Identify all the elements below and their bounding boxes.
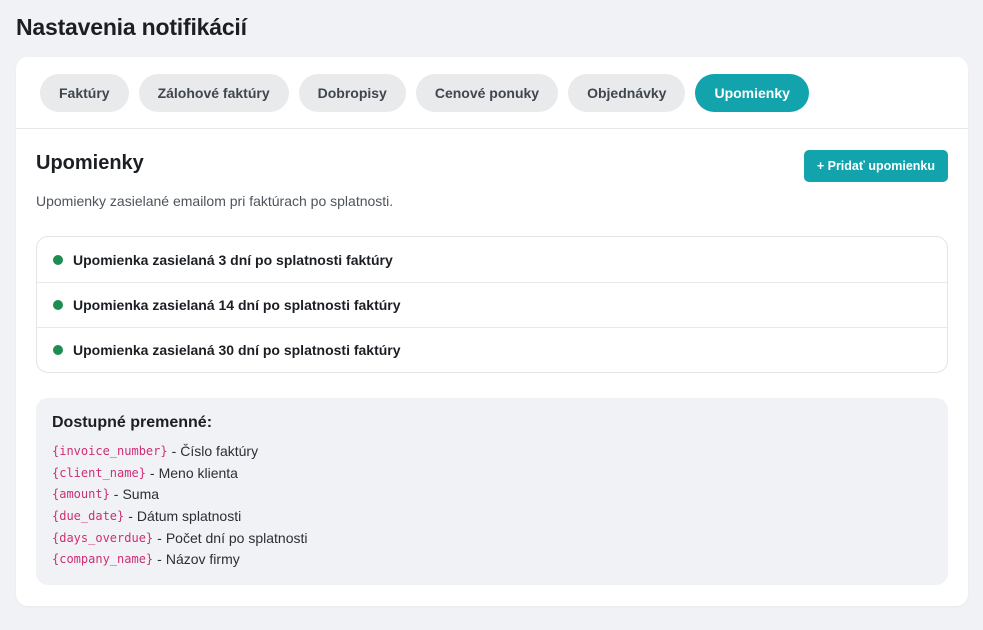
status-dot-icon bbox=[53, 345, 63, 355]
list-item[interactable]: Upomienka zasielaná 14 dní po splatnosti… bbox=[37, 282, 947, 327]
list-item[interactable]: Upomienka zasielaná 3 dní po splatnosti … bbox=[37, 237, 947, 282]
tab-dobropisy[interactable]: Dobropisy bbox=[298, 73, 406, 112]
variable-code: {due_date} bbox=[52, 508, 125, 523]
variable-separator: - bbox=[128, 507, 133, 524]
variable-description: Suma bbox=[122, 486, 160, 503]
reminder-label: Upomienka zasielaná 3 dní po splatnosti … bbox=[73, 251, 393, 268]
document-type-tabs: Faktúry Zálohové faktúry Dobropisy Cenov… bbox=[16, 57, 968, 129]
variable-row: {days_overdue} - Počet dní po splatnosti bbox=[52, 527, 932, 549]
variable-separator: - bbox=[157, 551, 162, 568]
notification-settings-card: Faktúry Zálohové faktúry Dobropisy Cenov… bbox=[16, 57, 968, 606]
reminder-list: Upomienka zasielaná 3 dní po splatnosti … bbox=[36, 236, 948, 373]
variable-row: {due_date} - Dátum splatnosti bbox=[52, 505, 932, 527]
section-title: Upomienky bbox=[36, 152, 144, 174]
variable-code: {invoice_number} bbox=[52, 443, 168, 458]
variable-row: {client_name} - Meno klienta bbox=[52, 462, 932, 484]
variable-description: Číslo faktúry bbox=[180, 442, 259, 459]
list-item[interactable]: Upomienka zasielaná 30 dní po splatnosti… bbox=[37, 327, 947, 372]
status-dot-icon bbox=[53, 300, 63, 310]
tab-cenove-ponuky[interactable]: Cenové ponuky bbox=[415, 73, 559, 112]
variable-code: {amount} bbox=[52, 487, 110, 502]
add-reminder-button[interactable]: + Pridať upomienku bbox=[803, 150, 948, 182]
tab-upomienky[interactable]: Upomienky bbox=[695, 73, 809, 112]
variables-title: Dostupné premenné: bbox=[52, 414, 213, 431]
variable-description: Názov firmy bbox=[165, 551, 240, 568]
variable-separator: - bbox=[157, 529, 162, 546]
section-description: Upomienky zasielané emailom pri faktúrac… bbox=[36, 193, 394, 209]
variable-code: {client_name} bbox=[52, 465, 146, 480]
available-variables-box: Dostupné premenné: {invoice_number} - Čí… bbox=[36, 398, 948, 585]
variable-code: {company_name} bbox=[52, 552, 154, 567]
variable-row: {invoice_number} - Číslo faktúry bbox=[52, 440, 932, 462]
tab-zalohove-faktury[interactable]: Zálohové faktúry bbox=[138, 73, 289, 112]
variable-code: {days_overdue} bbox=[52, 530, 154, 545]
variable-description: Počet dní po splatnosti bbox=[165, 529, 308, 546]
variable-row: {amount} - Suma bbox=[52, 483, 932, 505]
variable-description: Meno klienta bbox=[158, 464, 238, 481]
variable-description: Dátum splatnosti bbox=[136, 507, 242, 524]
variable-separator: - bbox=[149, 464, 155, 481]
tab-faktury[interactable]: Faktúry bbox=[40, 73, 129, 112]
page-title: Nastavenia notifikácií bbox=[16, 14, 247, 40]
reminder-label: Upomienka zasielaná 30 dní po splatnosti… bbox=[73, 342, 401, 358]
variable-separator: - bbox=[171, 442, 177, 459]
variable-separator: - bbox=[113, 486, 119, 503]
status-dot-icon bbox=[53, 254, 63, 265]
reminder-label: Upomienka zasielaná 14 dní po splatnosti… bbox=[73, 297, 401, 313]
tab-objednavky[interactable]: Objednávky bbox=[568, 73, 686, 112]
variable-row: {company_name} - Názov firmy bbox=[52, 548, 932, 570]
